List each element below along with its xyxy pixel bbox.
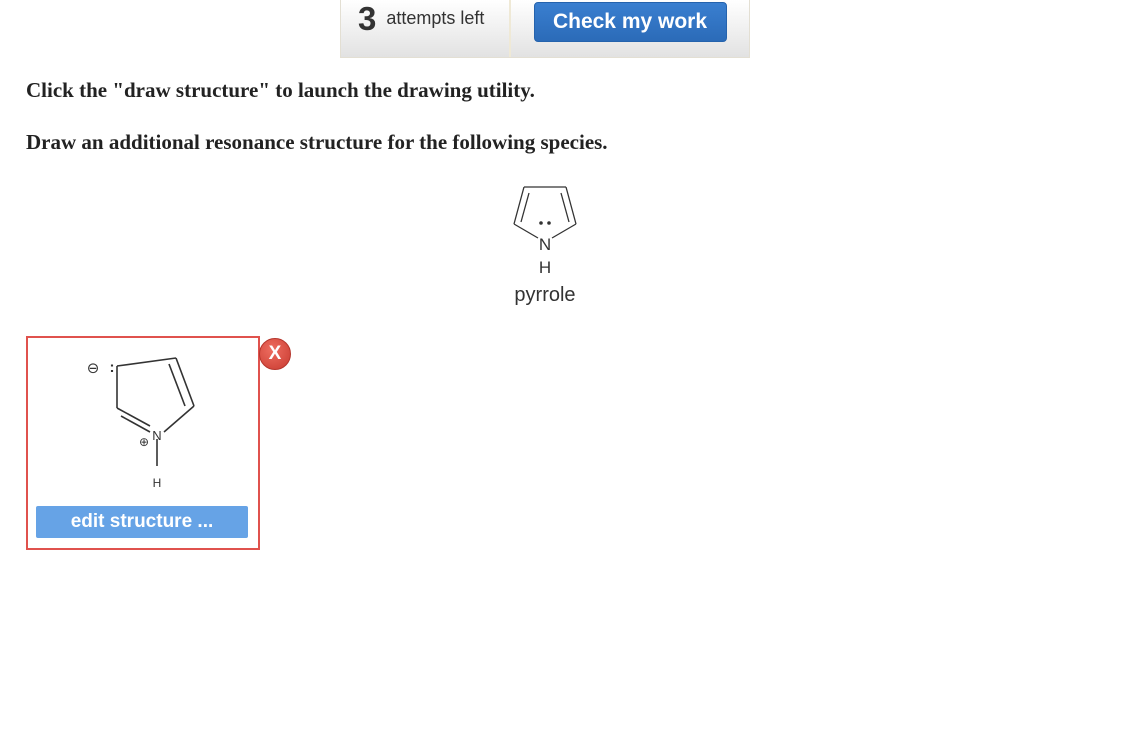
instruction-task: Draw an additional resonance structure f… <box>26 130 608 154</box>
pyrrole-atom-h: H <box>539 258 551 277</box>
edit-structure-button[interactable]: edit structure ... <box>36 506 248 538</box>
molecule-name: pyrrole <box>514 284 576 306</box>
page: 3 attempts left Check my work Click the … <box>0 0 1122 732</box>
pyrrole-bonds <box>513 186 577 239</box>
resonance-bonds <box>116 357 195 466</box>
lone-pair-dots <box>539 221 551 225</box>
delete-structure-button[interactable]: X <box>259 338 291 370</box>
pyrrole-structure-drawing: N H <box>513 186 577 277</box>
attempts-label: attempts left <box>386 8 485 28</box>
negative-charge-symbol: ⊖ <box>87 359 100 377</box>
attempts-count: 3 <box>358 0 377 37</box>
attempts-indicator: 3 attempts left <box>341 0 511 57</box>
answer-structure-box[interactable]: ⊖ : ⊕ N H edit structure ... <box>26 336 260 550</box>
pyrrole-figure: N H pyrrole <box>505 180 585 310</box>
check-my-work-button[interactable]: Check my work <box>533 2 727 42</box>
resonance-structure-drawing: ⊖ : ⊕ N H <box>87 357 195 490</box>
check-work-container: Check my work <box>511 0 749 57</box>
pyrrole-atom-n: N <box>539 235 551 254</box>
top-toolbar: 3 attempts left Check my work <box>340 0 750 58</box>
answer-atom-h: H <box>153 476 162 490</box>
positive-charge-symbol: ⊕ <box>139 435 149 449</box>
lone-pair-symbol: : <box>110 359 115 376</box>
instruction-launch: Click the "draw structure" to launch the… <box>26 78 535 102</box>
answer-atom-n: N <box>152 428 161 443</box>
